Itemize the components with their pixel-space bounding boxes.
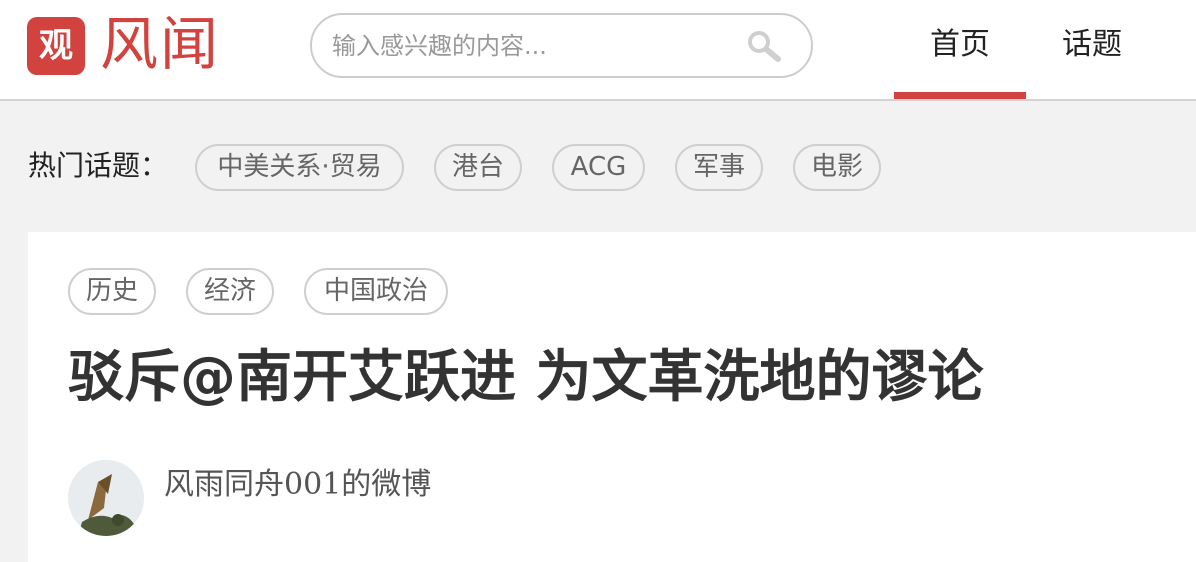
article-tag[interactable]: 历史	[68, 268, 156, 315]
nav-topics-tab[interactable]: 话题	[1026, 20, 1158, 70]
search-input[interactable]	[332, 25, 732, 67]
article-tag[interactable]: 中国政治	[304, 268, 448, 315]
hot-topic-pill[interactable]: 电影	[793, 144, 881, 191]
active-tab-indicator	[894, 92, 1026, 99]
hot-topic-pill[interactable]: 港台	[434, 144, 522, 191]
avatar-image	[68, 460, 144, 536]
top-header: 观 风闻 首页 话题	[0, 0, 1196, 101]
logo-icon[interactable]: 观	[27, 17, 85, 75]
article-tag[interactable]: 经济	[186, 268, 274, 315]
logo-glyph: 观	[39, 26, 73, 66]
author-name[interactable]: 风雨同舟001的微博	[164, 463, 431, 507]
hot-topics-label: 热门话题：	[28, 149, 169, 182]
hot-topic-pill[interactable]: ACG	[552, 144, 645, 191]
hot-topic-pill[interactable]: 军事	[675, 144, 763, 191]
article-title: 驳斥@南开艾跃进 为文革洗地的谬论	[68, 345, 984, 410]
author-avatar[interactable]	[68, 460, 144, 536]
hot-topic-pill[interactable]: 中美关系·贸易	[195, 144, 404, 191]
search-box	[310, 13, 813, 78]
nav-home-tab[interactable]: 首页	[894, 20, 1026, 70]
site-logo-text[interactable]: 风闻	[100, 8, 220, 80]
search-icon[interactable]	[744, 27, 784, 67]
